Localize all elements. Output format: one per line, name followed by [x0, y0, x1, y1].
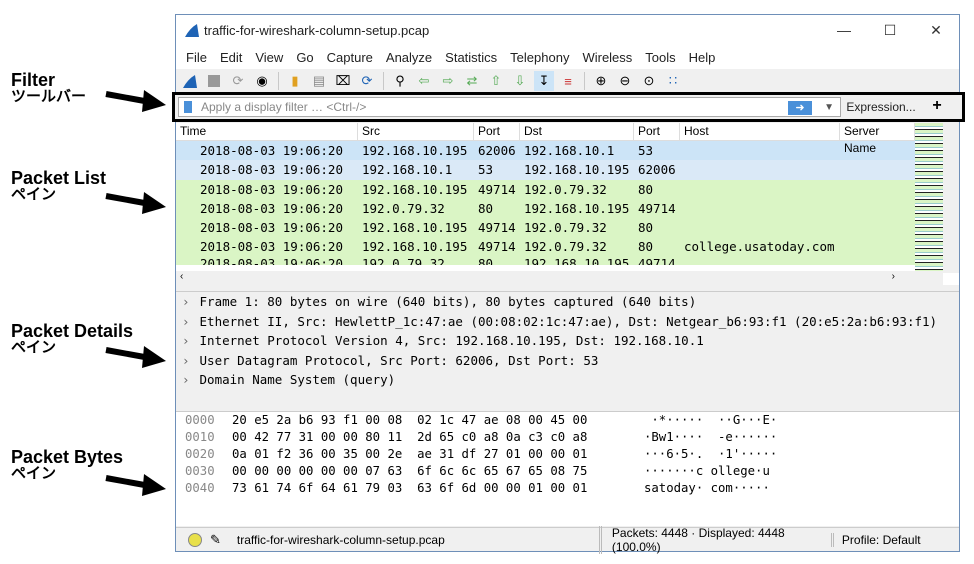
menu-bar: File Edit View Go Capture Analyze Statis… — [176, 45, 959, 69]
menu-analyze[interactable]: Analyze — [380, 50, 439, 65]
arrow-icon — [105, 474, 166, 496]
reload-icon[interactable]: ⟳ — [357, 71, 377, 91]
column-header-src[interactable]: Src — [358, 123, 474, 140]
filter-placeholder: Apply a display filter … <Ctrl-/> — [201, 100, 367, 114]
horizontal-scrollbar[interactable]: ‹ › — [176, 271, 943, 285]
menu-view[interactable]: View — [249, 50, 290, 65]
menu-file[interactable]: File — [180, 50, 214, 65]
shark-fin-icon — [185, 24, 199, 37]
packet-minimap[interactable] — [915, 123, 943, 273]
status-profile[interactable]: Profile: Default — [830, 532, 921, 547]
autoscroll-icon[interactable]: ↧ — [534, 71, 554, 91]
status-filename: traffic-for-wireshark-column-setup.pcap — [236, 532, 445, 547]
filter-toolbar: Apply a display filter … <Ctrl-/> ➜ ▼ Ex… — [172, 92, 965, 122]
table-row[interactable]: 2018-08-03 19:06:20 192.168.10.195 62006 19… — [176, 141, 959, 161]
packet-list-annotation: Packet List ペイン — [11, 168, 107, 203]
add-filter-button[interactable]: + — [925, 96, 949, 116]
chevron-right-icon: › — [182, 352, 190, 368]
table-row[interactable]: 2018-08-03 19:06:20 192.0.79.32 80 192.168.… — [176, 256, 959, 265]
chevron-right-icon: › — [182, 313, 190, 329]
main-toolbar: ⟳ ◉ ▮ ▤ ⌧ ⟳ ⚲ ⇦ ⇨ ⇄ ⇧ ⇩ ↧ ≡ ⊕ ⊖ ⊙ ∷ — [176, 69, 959, 93]
restart-capture-icon[interactable]: ⟳ — [228, 71, 248, 91]
menu-capture[interactable]: Capture — [321, 50, 380, 65]
column-header-src-port[interactable]: Port — [474, 123, 520, 140]
capture-comment-icon[interactable]: ✎ — [210, 532, 221, 548]
close-button[interactable]: ✕ — [913, 15, 959, 45]
zoom-out-icon[interactable]: ⊖ — [615, 71, 635, 91]
resize-columns-icon[interactable]: ∷ — [663, 71, 683, 91]
go-forward-icon[interactable]: ⇨ — [438, 71, 458, 91]
find-packet-icon[interactable]: ⚲ — [390, 71, 410, 91]
close-file-icon[interactable]: ⌧ — [333, 71, 353, 91]
go-back-icon[interactable]: ⇦ — [414, 71, 434, 91]
stop-capture-icon[interactable] — [204, 71, 224, 91]
status-bar: ✎ traffic-for-wireshark-column-setup.pca… — [176, 525, 959, 554]
status-packets: Packets: 4448 · Displayed: 4448 (100.0%) — [598, 525, 831, 554]
wireshark-window: traffic-for-wireshark-column-setup.pcap … — [172, 14, 965, 554]
filter-annotation: Filter ツールバー — [11, 70, 87, 105]
title-bar: traffic-for-wireshark-column-setup.pcap … — [176, 15, 959, 45]
menu-go[interactable]: Go — [290, 50, 320, 65]
column-header-dst[interactable]: Dst — [520, 123, 634, 140]
open-file-icon[interactable]: ▮ — [285, 71, 305, 91]
menu-tools[interactable]: Tools — [639, 50, 682, 65]
packet-list-pane: Time Src Port Dst Port Host Server Name … — [176, 123, 959, 285]
packet-list-header: Time Src Port Dst Port Host Server Name — [176, 123, 959, 155]
table-row[interactable]: 2018-08-03 19:06:20 192.168.10.1 53 192.168… — [176, 160, 959, 180]
arrow-icon — [105, 90, 166, 112]
colorize-icon[interactable]: ≡ — [558, 71, 578, 91]
column-header-time[interactable]: Time — [176, 123, 358, 140]
expert-info-icon[interactable] — [188, 532, 202, 547]
go-to-packet-icon[interactable]: ⇄ — [462, 71, 482, 91]
column-header-dst-port[interactable]: Port — [634, 123, 680, 140]
bookmark-icon[interactable] — [184, 101, 192, 113]
detail-row[interactable]: › Internet Protocol Version 4, Src: 192.1… — [176, 331, 959, 351]
table-row[interactable]: 2018-08-03 19:06:20 192.168.10.195 49714 19… — [176, 237, 959, 257]
bytes-row[interactable]: 0040 73 61 74 6f 64 61 79 03 63 6f 6d 00 … — [176, 480, 959, 497]
zoom-in-icon[interactable]: ⊕ — [591, 71, 611, 91]
chevron-left-icon: ‹ — [180, 271, 184, 282]
column-header-host[interactable]: Host — [680, 123, 840, 140]
bytes-row[interactable]: 0030 00 00 00 00 00 00 07 63 6f 6c 6c 65 … — [176, 463, 959, 480]
arrow-icon — [105, 346, 166, 368]
bytes-row[interactable]: 0010 00 42 77 31 00 00 80 11 2d 65 c0 a8 … — [176, 429, 959, 446]
start-capture-icon[interactable] — [180, 71, 200, 91]
expression-button[interactable]: Expression... — [844, 97, 918, 117]
display-filter-input[interactable]: Apply a display filter … <Ctrl-/> ➜ ▼ — [178, 97, 841, 117]
table-row[interactable]: 2018-08-03 19:06:20 192.0.79.32 80 192.168.… — [176, 198, 959, 219]
detail-row[interactable]: › Domain Name System (query) — [176, 370, 959, 390]
menu-statistics[interactable]: Statistics — [439, 50, 504, 65]
last-packet-icon[interactable]: ⇩ — [510, 71, 530, 91]
menu-wireless[interactable]: Wireless — [576, 50, 639, 65]
chevron-right-icon: › — [182, 372, 190, 387]
vertical-scrollbar[interactable] — [943, 123, 959, 273]
menu-telephony[interactable]: Telephony — [504, 50, 576, 65]
bytes-row[interactable]: 0000 20 e5 2a b6 93 f1 00 08 02 1c 47 ae … — [176, 412, 959, 429]
minimize-button[interactable]: — — [821, 15, 867, 45]
window-title: traffic-for-wireshark-column-setup.pcap — [204, 22, 430, 38]
detail-row[interactable]: › User Datagram Protocol, Src Port: 62006… — [176, 351, 959, 371]
chevron-down-icon[interactable]: ▼ — [824, 99, 834, 117]
maximize-button[interactable]: ☐ — [867, 15, 913, 45]
detail-row[interactable]: › Ethernet II, Src: HewlettP_1c:47:ae (00… — [176, 312, 959, 332]
detail-row[interactable]: › Frame 1: 80 bytes on wire (640 bits), 8… — [176, 292, 959, 312]
normal-size-icon[interactable]: ⊙ — [639, 71, 659, 91]
chevron-right-icon: › — [182, 333, 190, 348]
menu-help[interactable]: Help — [683, 50, 723, 65]
bytes-row[interactable]: 0020 0a 01 f2 36 00 35 00 2e ae 31 df 27 … — [176, 446, 959, 463]
table-row[interactable]: 2018-08-03 19:06:20 192.168.10.195 49714 19… — [176, 218, 959, 238]
capture-options-icon[interactable]: ◉ — [252, 71, 272, 91]
packet-bytes-pane: 0000 20 e5 2a b6 93 f1 00 08 02 1c 47 ae … — [176, 411, 959, 526]
chevron-right-icon: › — [891, 271, 895, 282]
chevron-right-icon: › — [182, 294, 190, 309]
packet-details-pane: › Frame 1: 80 bytes on wire (640 bits), 8… — [176, 291, 959, 407]
column-header-server-name[interactable]: Server Name — [840, 123, 915, 155]
apply-filter-icon[interactable]: ➜ — [788, 101, 812, 115]
arrow-icon — [105, 192, 166, 214]
menu-edit[interactable]: Edit — [214, 50, 249, 65]
first-packet-icon[interactable]: ⇧ — [486, 71, 506, 91]
table-row[interactable]: 2018-08-03 19:06:20 192.168.10.195 49714 19… — [176, 179, 959, 199]
save-file-icon[interactable]: ▤ — [309, 71, 329, 91]
